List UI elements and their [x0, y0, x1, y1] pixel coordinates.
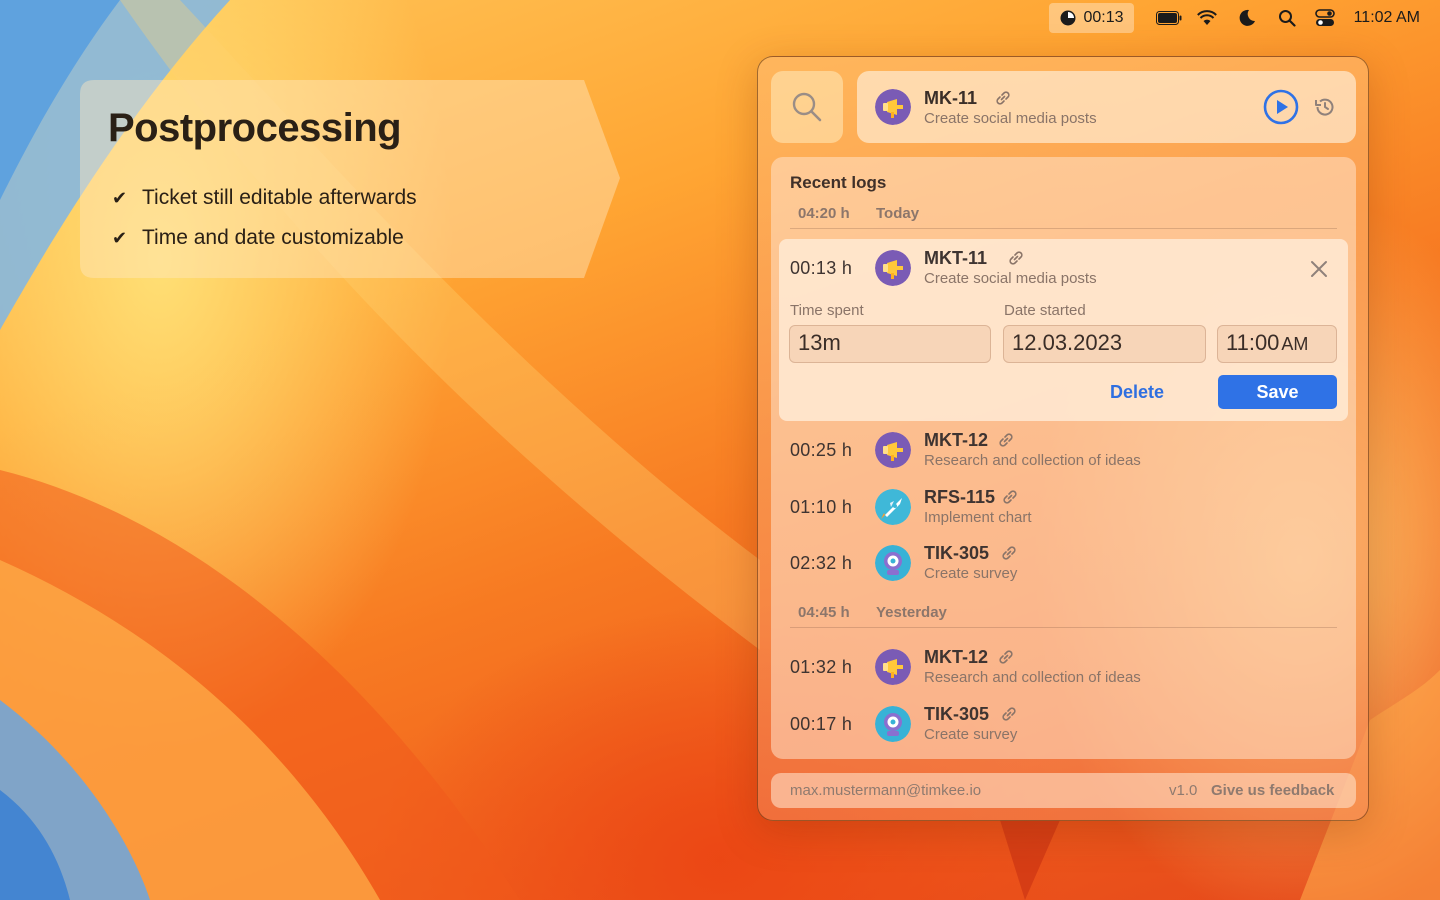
history-icon[interactable] — [1313, 95, 1337, 119]
time-spent-value: 13m — [798, 330, 841, 355]
wifi-icon[interactable] — [1196, 9, 1218, 27]
log-row[interactable]: 00:17 h TIK-305 Create survey — [771, 695, 1356, 751]
current-ticket-card[interactable]: MK-11 Create social media posts — [857, 71, 1356, 143]
feature-callout: Postprocessing ✔ Ticket still editable a… — [80, 80, 625, 278]
user-email: max.mustermann@timkee.io — [790, 782, 982, 799]
menubar-timer-value: 00:13 — [1083, 9, 1124, 26]
callout-title: Postprocessing — [108, 106, 402, 150]
close-icon[interactable] — [1307, 257, 1331, 281]
feedback-link[interactable]: Give us feedback — [1211, 782, 1334, 799]
marketing-avatar-icon — [875, 89, 911, 125]
log-ticket-description: Create survey — [924, 726, 1018, 743]
day-total: 04:20 h — [798, 205, 850, 222]
log-row-expanded[interactable]: 00:13 h MKT-11 Create social media posts — [771, 239, 1356, 295]
day-label: Today — [876, 205, 920, 222]
menubar-clock[interactable]: 11:02 AM — [1354, 9, 1420, 27]
feature-text: Ticket still editable afterwards — [142, 186, 417, 209]
moon-icon[interactable] — [1236, 9, 1258, 27]
log-edit-card: 00:13 h MKT-11 Create social media posts… — [779, 239, 1348, 421]
log-row[interactable]: 00:25 h MKT-12 Research and collection o… — [771, 421, 1356, 477]
delete-button[interactable]: Delete — [1085, 375, 1189, 409]
search-button[interactable] — [771, 71, 843, 143]
log-ticket-id: RFS-115 — [924, 487, 996, 507]
log-ticket-id: MKT-12 — [924, 430, 989, 450]
play-button-icon[interactable] — [1263, 89, 1299, 125]
link-icon[interactable] — [994, 89, 1012, 107]
search-icon — [792, 92, 822, 122]
log-duration: 01:32 h — [790, 657, 853, 677]
day-group-header: 04:45 h Yesterday — [790, 604, 1337, 628]
robot-avatar-icon — [875, 706, 911, 742]
time-spent-input[interactable]: 13m — [789, 325, 991, 363]
log-duration: 00:25 h — [790, 440, 853, 460]
log-ticket-id: MKT-11 — [924, 248, 988, 268]
link-icon[interactable] — [997, 648, 1015, 666]
day-label: Yesterday — [876, 604, 947, 621]
marketing-avatar-icon — [875, 250, 911, 286]
menubar-timer-button[interactable]: 00:13 — [1049, 3, 1134, 33]
time-started-input[interactable]: 11:00 AM — [1217, 325, 1337, 363]
link-icon[interactable] — [997, 431, 1015, 449]
log-row[interactable]: 01:10 h RFS-115 Implement chart — [771, 478, 1356, 534]
timer-icon — [1060, 10, 1076, 26]
time-started-value: 11:00 — [1226, 330, 1280, 355]
log-duration: 00:17 h — [790, 714, 853, 734]
marketing-avatar-icon — [875, 432, 911, 468]
save-button[interactable]: Save — [1218, 375, 1337, 409]
feature-item: ✔ Time and date customizable — [112, 218, 417, 258]
log-row[interactable]: 01:32 h MKT-12 Research and collection o… — [771, 638, 1356, 694]
time-spent-label: Time spent — [790, 302, 864, 319]
app-version: v1.0 — [1169, 782, 1198, 799]
marketing-avatar-icon — [875, 649, 911, 685]
menu-bar: 00:13 11:02 AM — [0, 0, 1440, 36]
date-started-value: 12.03.2023 — [1012, 330, 1123, 355]
rocket-avatar-icon — [875, 489, 911, 525]
log-row[interactable]: 02:32 h TIK-305 Create survey — [771, 534, 1356, 590]
log-ticket-id: TIK-305 — [924, 704, 990, 724]
log-ticket-description: Create survey — [924, 565, 1018, 582]
day-total: 04:45 h — [798, 604, 850, 621]
feature-list: ✔ Ticket still editable afterwards ✔ Tim… — [112, 178, 417, 258]
log-duration: 02:32 h — [790, 553, 853, 573]
battery-icon[interactable] — [1156, 9, 1182, 27]
date-started-label: Date started — [1004, 302, 1086, 319]
log-ticket-id: MKT-12 — [924, 647, 989, 667]
link-icon[interactable] — [1000, 544, 1018, 562]
link-icon[interactable] — [1000, 705, 1018, 723]
date-started-input[interactable]: 12.03.2023 — [1003, 325, 1206, 363]
link-icon[interactable] — [1001, 488, 1019, 506]
log-ticket-description: Implement chart — [924, 509, 1032, 526]
robot-avatar-icon — [875, 545, 911, 581]
recent-logs-title: Recent logs — [790, 173, 887, 192]
timkee-popover-window: MK-11 Create social media posts Recent l… — [757, 56, 1369, 821]
link-icon[interactable] — [1007, 249, 1025, 267]
log-ticket-description: Create social media posts — [924, 270, 1097, 287]
footer-bar: max.mustermann@timkee.io v1.0 Give us fe… — [771, 773, 1356, 808]
current-ticket-id: MK-11 — [924, 88, 978, 108]
current-ticket-description: Create social media posts — [924, 110, 1097, 127]
time-started-ampm: AM — [1281, 334, 1309, 354]
control-center-icon[interactable] — [1314, 9, 1336, 27]
spotlight-search-icon[interactable] — [1276, 9, 1298, 27]
log-duration: 00:13 h — [790, 258, 853, 278]
check-icon: ✔ — [112, 227, 128, 248]
log-duration: 01:10 h — [790, 497, 853, 517]
log-ticket-id: TIK-305 — [924, 543, 990, 563]
log-ticket-description: Research and collection of ideas — [924, 669, 1141, 686]
day-group-header: 04:20 h Today — [790, 205, 1337, 229]
check-icon: ✔ — [112, 187, 128, 208]
feature-text: Time and date customizable — [142, 226, 404, 249]
recent-logs-panel: Recent logs 04:20 h Today 00:13 h MKT-11 — [771, 157, 1356, 759]
feature-item: ✔ Ticket still editable afterwards — [112, 178, 417, 218]
log-ticket-description: Research and collection of ideas — [924, 452, 1141, 469]
